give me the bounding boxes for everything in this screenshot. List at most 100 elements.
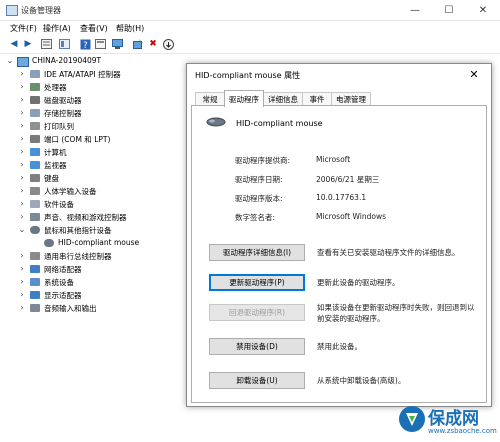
disable-device-desc: 禁用此设备。 bbox=[317, 342, 362, 351]
chevron-right-icon[interactable]: › bbox=[18, 173, 26, 182]
tree-item-label: 键盘 bbox=[44, 174, 59, 183]
watermark-text: 保成网 bbox=[428, 409, 479, 429]
chevron-right-icon[interactable]: › bbox=[18, 121, 26, 130]
computer-icon bbox=[17, 57, 29, 67]
mouse-icon bbox=[206, 117, 226, 129]
menu-bar bbox=[0, 21, 500, 35]
tree-category[interactable]: › 人体学输入设备 bbox=[0, 185, 190, 198]
tree-category[interactable]: › 磁盘驱动器 bbox=[0, 94, 190, 107]
tab-power-management[interactable]: 电源管理 bbox=[331, 92, 371, 106]
tree-category[interactable]: › 端口 (COM 和 LPT) bbox=[0, 133, 190, 146]
tree-category[interactable]: › 网络适配器 bbox=[0, 263, 190, 276]
menu-help[interactable]: 帮助(H) bbox=[116, 23, 144, 34]
tree-category[interactable]: › 软件设备 bbox=[0, 198, 190, 211]
chevron-right-icon[interactable]: › bbox=[18, 199, 26, 208]
usb-icon bbox=[30, 252, 40, 260]
close-button[interactable]: ✕ bbox=[466, 0, 500, 20]
system-device-icon bbox=[30, 278, 40, 286]
tree-category[interactable]: ⌄ 鼠标和其他指针设备 bbox=[0, 224, 190, 237]
tree-item-label: 音频输入和输出 bbox=[44, 304, 97, 313]
tree-root-label: CHINA-20190409T bbox=[32, 56, 102, 65]
tree-item-label: IDE ATA/ATAPI 控制器 bbox=[44, 70, 121, 79]
dialog-close-button[interactable]: ✕ bbox=[465, 67, 483, 81]
back-arrow-icon[interactable]: ◀ bbox=[8, 38, 20, 50]
chevron-right-icon[interactable]: › bbox=[18, 69, 26, 78]
tab-driver[interactable]: 驱动程序 bbox=[224, 90, 264, 107]
minimize-button[interactable]: — bbox=[398, 0, 432, 20]
tree-category[interactable]: › 打印队列 bbox=[0, 120, 190, 133]
driver-provider-value: Microsoft bbox=[316, 155, 351, 164]
driver-details-button[interactable]: 驱动程序详细信息(I) bbox=[209, 244, 305, 261]
audio-io-icon bbox=[30, 304, 40, 312]
chevron-right-icon[interactable]: › bbox=[18, 134, 26, 143]
menu-file[interactable]: 文件(F) bbox=[10, 23, 37, 34]
uninstall-device-button[interactable]: 卸载设备(U) bbox=[209, 372, 305, 389]
chevron-right-icon[interactable]: › bbox=[18, 277, 26, 286]
print-queue-icon bbox=[30, 122, 40, 130]
keyboard-icon bbox=[30, 174, 40, 182]
help-icon[interactable]: ? bbox=[79, 38, 91, 50]
chevron-right-icon[interactable]: › bbox=[18, 95, 26, 104]
uninstall-device-desc: 从系统中卸载设备(高级)。 bbox=[317, 376, 406, 385]
driver-version-value: 10.0.17763.1 bbox=[316, 193, 367, 202]
maximize-button[interactable]: ☐ bbox=[432, 0, 466, 20]
scan-hardware-icon[interactable] bbox=[112, 38, 124, 50]
chevron-right-icon[interactable]: › bbox=[18, 160, 26, 169]
tree-category[interactable]: › 键盘 bbox=[0, 172, 190, 185]
tree-category[interactable]: › 声音、视频和游戏控制器 bbox=[0, 211, 190, 224]
tree-category[interactable]: › 存储控制器 bbox=[0, 107, 190, 120]
chevron-down-icon[interactable]: ⌄ bbox=[6, 56, 14, 65]
tree-category[interactable]: › IDE ATA/ATAPI 控制器 bbox=[0, 68, 190, 81]
show-hide-tree-icon[interactable] bbox=[58, 38, 70, 50]
chevron-down-icon[interactable]: ⌄ bbox=[18, 225, 26, 234]
chevron-right-icon[interactable]: › bbox=[18, 290, 26, 299]
enable-device-icon[interactable] bbox=[162, 38, 174, 50]
properties-sheet-icon[interactable] bbox=[40, 38, 52, 50]
tree-root[interactable]: ⌄ CHINA-20190409T bbox=[0, 55, 190, 68]
update-driver-desc: 更新此设备的驱动程序。 bbox=[317, 278, 400, 287]
update-driver-icon[interactable] bbox=[132, 38, 144, 50]
port-icon bbox=[30, 135, 40, 143]
tree-category[interactable]: › 通用串行总线控制器 bbox=[0, 250, 190, 263]
forward-arrow-icon[interactable]: ▶ bbox=[22, 38, 34, 50]
driver-tab-panel: HID-compliant mouse 驱动程序提供商: Microsoft 驱… bbox=[191, 105, 487, 403]
tab-general[interactable]: 常规 bbox=[195, 92, 225, 106]
chevron-right-icon[interactable]: › bbox=[18, 251, 26, 260]
tree-category[interactable]: › 计算机 bbox=[0, 146, 190, 159]
toolbar bbox=[0, 36, 500, 54]
update-driver-button[interactable]: 更新驱动程序(P) bbox=[209, 274, 305, 291]
processor-icon bbox=[30, 83, 40, 91]
tree-category[interactable]: › 系统设备 bbox=[0, 276, 190, 289]
chevron-right-icon[interactable]: › bbox=[18, 82, 26, 91]
tree-item-label: 显示适配器 bbox=[44, 291, 82, 300]
chevron-right-icon[interactable]: › bbox=[18, 147, 26, 156]
chevron-right-icon[interactable]: › bbox=[18, 212, 26, 221]
tree-device-item[interactable]: HID-compliant mouse bbox=[0, 237, 190, 250]
chevron-right-icon[interactable]: › bbox=[18, 108, 26, 117]
uninstall-x-icon[interactable]: ✖ bbox=[147, 38, 159, 50]
driver-version-label: 驱动程序版本: bbox=[235, 194, 283, 203]
tree-item-label: 人体学输入设备 bbox=[44, 187, 97, 196]
rollback-driver-button[interactable]: 回退驱动程序(R) bbox=[209, 304, 305, 321]
chevron-right-icon[interactable]: › bbox=[18, 186, 26, 195]
driver-provider-label: 驱动程序提供商: bbox=[235, 156, 291, 165]
chevron-right-icon[interactable]: › bbox=[18, 303, 26, 312]
tree-category[interactable]: › 处理器 bbox=[0, 81, 190, 94]
disable-device-button[interactable]: 禁用设备(D) bbox=[209, 338, 305, 355]
menu-action[interactable]: 操作(A) bbox=[43, 23, 71, 34]
view-icon[interactable] bbox=[94, 38, 106, 50]
tree-category[interactable]: › 监视器 bbox=[0, 159, 190, 172]
tab-events[interactable]: 事件 bbox=[302, 92, 332, 106]
tree-category[interactable]: › 音频输入和输出 bbox=[0, 302, 190, 315]
chevron-right-icon[interactable]: › bbox=[18, 264, 26, 273]
display-adapter-icon bbox=[30, 291, 40, 299]
tree-category[interactable]: › 显示适配器 bbox=[0, 289, 190, 302]
menu-view[interactable]: 查看(V) bbox=[80, 23, 108, 34]
tree-item-label: 打印队列 bbox=[44, 122, 74, 131]
mouse-icon bbox=[30, 226, 40, 234]
tree-item-label: 计算机 bbox=[44, 148, 67, 157]
tree-item-label: 软件设备 bbox=[44, 200, 74, 209]
tab-details[interactable]: 详细信息 bbox=[263, 92, 303, 106]
driver-date-label: 驱动程序日期: bbox=[235, 175, 283, 184]
tree-item-label: 监视器 bbox=[44, 161, 67, 170]
